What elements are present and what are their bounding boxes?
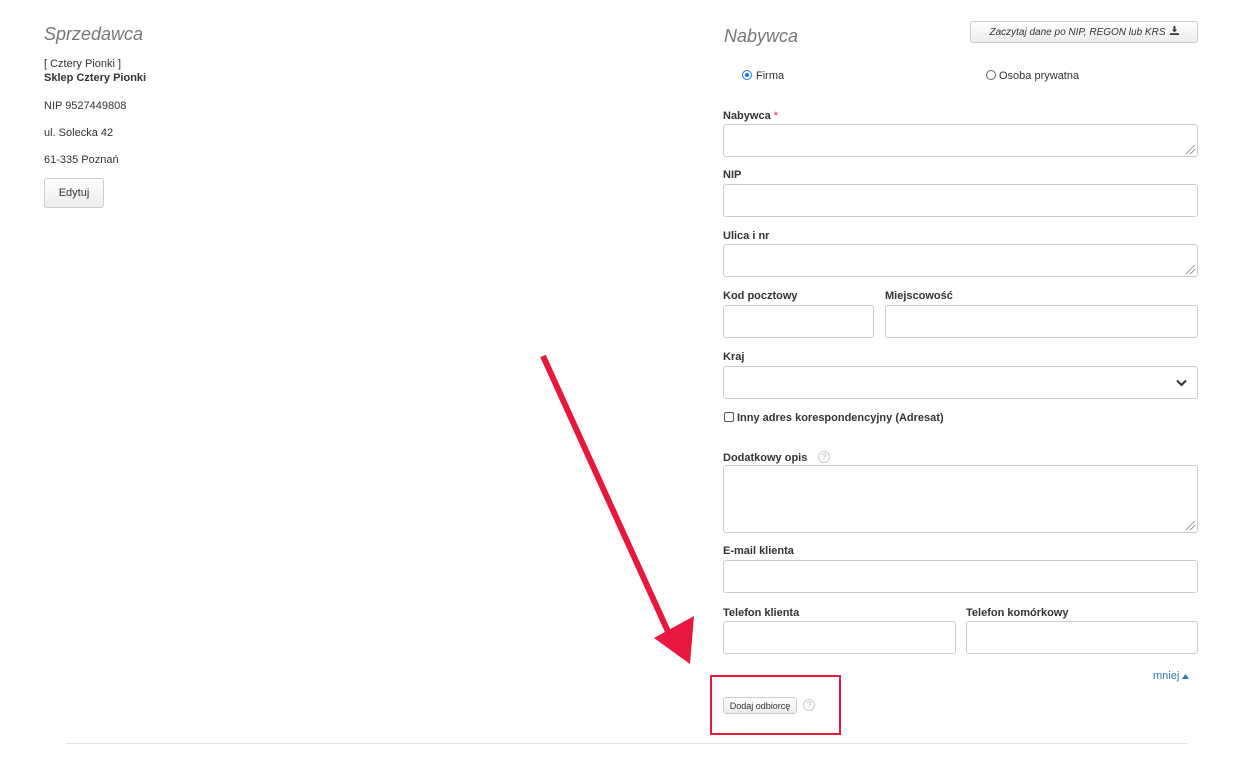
highlight-box xyxy=(710,675,841,735)
buyer-name-field[interactable] xyxy=(723,124,1198,157)
street-label: Ulica i nr xyxy=(723,230,770,242)
seller-short-name: [ Cztery Pionki ] xyxy=(44,58,122,70)
mobile-input[interactable] xyxy=(967,622,1197,653)
fetch-button-label: Zaczytaj dane po NIP, REGON lub KRS xyxy=(989,26,1166,38)
country-select[interactable] xyxy=(723,366,1198,399)
other-address-label: Inny adres korespondencyjny (Adresat) xyxy=(737,412,944,424)
nip-input[interactable] xyxy=(724,185,1197,216)
less-link-label: mniej xyxy=(1153,670,1180,682)
city-input[interactable] xyxy=(886,306,1197,337)
extra-desc-input[interactable] xyxy=(724,466,1197,532)
postal-code-field[interactable] xyxy=(723,305,874,338)
phone-input[interactable] xyxy=(724,622,955,653)
seller-title: Sprzedawca xyxy=(44,24,144,44)
seller-nip: NIP 9527449808 xyxy=(44,100,127,112)
postal-code-label: Kod pocztowy xyxy=(723,290,798,302)
mobile-field[interactable] xyxy=(966,621,1198,654)
divider xyxy=(66,743,1188,744)
radio-osoba-prywatna[interactable] xyxy=(986,70,996,80)
street-field[interactable] xyxy=(723,244,1198,277)
seller-name: Sklep Cztery Pionki xyxy=(44,72,147,84)
phone-label: Telefon klienta xyxy=(723,607,800,619)
phone-field[interactable] xyxy=(723,621,956,654)
city-label: Miejscowość xyxy=(885,290,953,302)
radio-firma[interactable] xyxy=(742,70,752,80)
extra-desc-help-icon[interactable]: ? xyxy=(818,451,830,463)
radio-firma-label: Firma xyxy=(756,70,785,82)
less-link[interactable]: mniej xyxy=(1153,670,1190,682)
caret-up-icon xyxy=(1182,670,1190,682)
buyer-name-input[interactable] xyxy=(724,125,1197,156)
resize-grip-icon[interactable] xyxy=(1186,521,1195,530)
edit-seller-button[interactable]: Edytuj xyxy=(44,178,104,208)
chevron-down-icon xyxy=(1176,378,1187,390)
city-field[interactable] xyxy=(885,305,1198,338)
extra-desc-field[interactable] xyxy=(723,465,1198,533)
street-input[interactable] xyxy=(724,245,1197,276)
resize-grip-icon[interactable] xyxy=(1186,145,1195,154)
resize-grip-icon[interactable] xyxy=(1186,265,1195,274)
download-icon xyxy=(1169,26,1179,38)
nip-field[interactable] xyxy=(723,184,1198,217)
required-mark: * xyxy=(773,110,779,122)
buyer-name-label: Nabywca * xyxy=(723,110,778,122)
email-label: E-mail klienta xyxy=(723,545,794,557)
fetch-by-nip-button[interactable]: Zaczytaj dane po NIP, REGON lub KRS xyxy=(970,21,1198,43)
nip-label: NIP xyxy=(723,169,742,181)
extra-desc-label: Dodatkowy opis xyxy=(723,452,808,464)
email-input[interactable] xyxy=(724,561,1197,592)
radio-osoba-prywatna-label: Osoba prywatna xyxy=(999,70,1080,82)
buyer-title: Nabywca xyxy=(724,26,799,46)
other-address-checkbox[interactable] xyxy=(724,412,734,422)
country-label: Kraj xyxy=(723,351,745,363)
postal-code-input[interactable] xyxy=(724,306,873,337)
mobile-label: Telefon komórkowy xyxy=(966,607,1069,619)
seller-city: 61-335 Poznań xyxy=(44,154,119,166)
seller-street: ul. Solecka 42 xyxy=(44,127,114,139)
email-field[interactable] xyxy=(723,560,1198,593)
buyer-name-label-text: Nabywca xyxy=(723,110,771,122)
